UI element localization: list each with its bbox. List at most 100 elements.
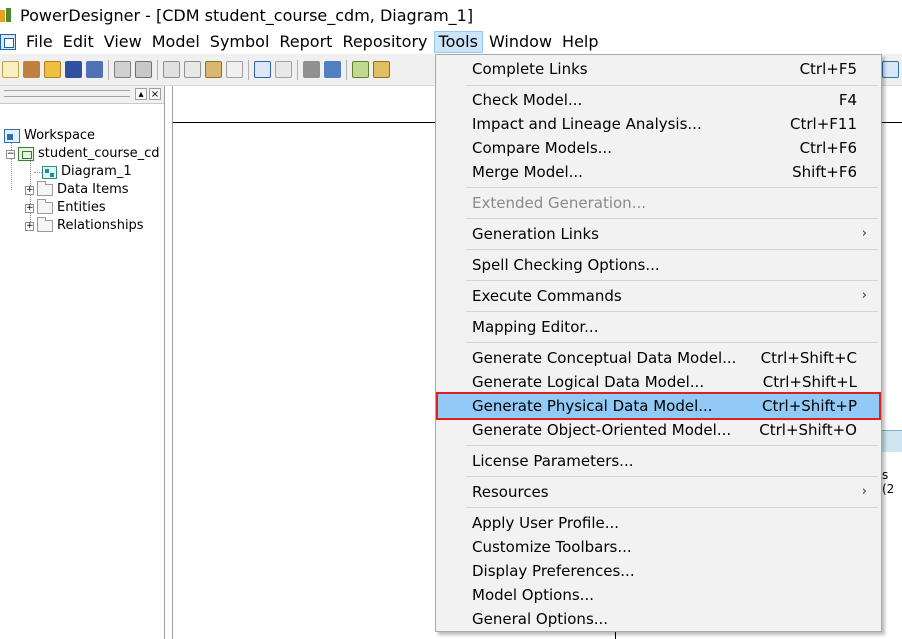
menu-item-label: Generate Object-Oriented Model... (472, 421, 732, 439)
new-icon[interactable] (2, 61, 19, 78)
delete-icon[interactable] (226, 61, 243, 78)
menu-item-model-options[interactable]: Model Options... (438, 583, 879, 607)
folder-icon (37, 199, 53, 214)
menu-separator (466, 218, 878, 219)
menu-separator (466, 476, 878, 477)
menu-edit[interactable]: Edit (59, 31, 98, 53)
new-project-icon[interactable] (23, 61, 40, 78)
menu-item-impact-lineage[interactable]: Impact and Lineage Analysis... Ctrl+F11 (438, 112, 879, 136)
diagram-icon (42, 165, 57, 179)
menu-item-shortcut: Ctrl+Shift+C (760, 349, 857, 367)
menu-item-shortcut: Shift+F6 (792, 163, 857, 181)
menu-item-label: Mapping Editor... (472, 318, 599, 336)
menu-item-label: Impact and Lineage Analysis... (472, 115, 702, 133)
menu-file[interactable]: File (22, 31, 57, 53)
menu-item-execute-commands[interactable]: Execute Commands › (438, 284, 879, 308)
menu-model[interactable]: Model (148, 31, 204, 53)
panel-grip[interactable] (4, 90, 130, 97)
entity-symbol-partial[interactable]: s (2 (880, 430, 902, 510)
menu-item-merge-model[interactable]: Merge Model... Shift+F6 (438, 160, 879, 184)
menu-item-shortcut: Ctrl+Shift+P (762, 397, 857, 415)
submenu-arrow-icon: › (861, 288, 867, 303)
tree-node-label: student_course_cd (38, 146, 160, 161)
menu-item-generation-links[interactable]: Generation Links › (438, 222, 879, 246)
menu-item-general-options[interactable]: General Options... (438, 607, 879, 631)
tree-node-workspace[interactable]: Workspace (4, 127, 95, 145)
submenu-arrow-icon: › (861, 484, 867, 499)
title-bar: PowerDesigner - [CDM student_course_cdm,… (0, 0, 902, 30)
menu-item-label: License Parameters... (472, 452, 634, 470)
expand-icon[interactable]: + (25, 203, 34, 213)
menu-item-generate-ldm[interactable]: Generate Logical Data Model... Ctrl+Shif… (438, 370, 879, 394)
menu-window[interactable]: Window (485, 31, 556, 53)
menu-separator (466, 280, 878, 281)
menu-item-license-parameters[interactable]: License Parameters... (438, 449, 879, 473)
menu-report[interactable]: Report (275, 31, 336, 53)
menu-item-mapping-editor[interactable]: Mapping Editor... (438, 315, 879, 339)
open-icon[interactable] (44, 61, 61, 78)
menu-symbol[interactable]: Symbol (206, 31, 274, 53)
properties-icon[interactable] (303, 61, 320, 78)
menu-item-label: Customize Toolbars... (472, 538, 632, 556)
menu-item-generate-oom[interactable]: Generate Object-Oriented Model... Ctrl+S… (438, 418, 879, 442)
menu-item-label: Execute Commands (472, 287, 622, 305)
menu-item-label: Merge Model... (472, 163, 583, 181)
menu-item-shortcut: Ctrl+Shift+L (762, 373, 857, 391)
browser-panel-header: ▴ × (0, 86, 164, 104)
submenu-arrow-icon: › (861, 226, 867, 241)
tree-node-model[interactable]: − student_course_cd (6, 145, 160, 163)
print-preview-icon[interactable] (114, 61, 131, 78)
menu-help[interactable]: Help (558, 31, 602, 53)
menu-item-label: Complete Links (472, 60, 588, 78)
entity-header (880, 430, 902, 452)
copy-icon[interactable] (184, 61, 201, 78)
tree-node-entities[interactable]: + Entities (25, 199, 106, 217)
tree-node-label: Diagram_1 (61, 164, 132, 179)
redo-icon[interactable] (275, 61, 292, 78)
menu-item-generate-cdm[interactable]: Generate Conceptual Data Model... Ctrl+S… (438, 346, 879, 370)
menu-item-complete-links[interactable]: Complete Links Ctrl+F5 (438, 57, 879, 81)
menu-item-customize-toolbars[interactable]: Customize Toolbars... (438, 535, 879, 559)
tree-node-label: Entities (57, 200, 106, 215)
entity-attribute-text: s (2 (882, 468, 895, 496)
menu-item-resources[interactable]: Resources › (438, 480, 879, 504)
menu-item-label: Generate Logical Data Model... (472, 373, 705, 391)
refresh-icon[interactable] (324, 61, 341, 78)
save-all-icon[interactable] (86, 61, 103, 78)
cut-icon[interactable] (163, 61, 180, 78)
save-icon[interactable] (65, 61, 82, 78)
panel-close-icon[interactable]: × (149, 88, 161, 100)
menu-item-compare-models[interactable]: Compare Models... Ctrl+F6 (438, 136, 879, 160)
package-icon[interactable] (373, 61, 390, 78)
menu-tools[interactable]: Tools (433, 31, 483, 53)
collapse-icon[interactable]: − (6, 149, 15, 159)
menu-item-generate-pdm[interactable]: Generate Physical Data Model... Ctrl+Shi… (436, 392, 881, 420)
zoom-icon[interactable] (882, 61, 899, 78)
expand-icon[interactable]: + (25, 185, 34, 195)
menu-item-label: Display Preferences... (472, 562, 635, 580)
menu-view[interactable]: View (100, 31, 146, 53)
tree-node-diagram[interactable]: Diagram_1 (42, 163, 132, 181)
menu-item-spell-checking[interactable]: Spell Checking Options... (438, 253, 879, 277)
cdm-model-icon (18, 147, 34, 161)
model-window-icon[interactable] (0, 34, 16, 50)
panel-collapse-icon[interactable]: ▴ (135, 88, 147, 100)
menu-item-check-model[interactable]: Check Model... F4 (438, 88, 879, 112)
tree-node-data-items[interactable]: + Data Items (25, 181, 129, 199)
menu-item-display-preferences[interactable]: Display Preferences... (438, 559, 879, 583)
expand-icon[interactable]: + (25, 221, 34, 231)
menu-item-label: Generate Physical Data Model... (472, 397, 713, 415)
tree-node-relationships[interactable]: + Relationships (25, 217, 144, 235)
menu-item-label: Generation Links (472, 225, 599, 243)
menu-item-shortcut: Ctrl+F6 (799, 139, 857, 157)
menu-item-apply-user-profile[interactable]: Apply User Profile... (438, 511, 879, 535)
browser-icon[interactable] (352, 61, 369, 78)
menu-separator (466, 311, 878, 312)
paste-icon[interactable] (205, 61, 222, 78)
menu-repository[interactable]: Repository (338, 31, 431, 53)
menu-item-label: Model Options... (472, 586, 594, 604)
print-icon[interactable] (135, 61, 152, 78)
menu-item-label: Spell Checking Options... (472, 256, 660, 274)
undo-icon[interactable] (254, 61, 271, 78)
object-browser: ▴ × Workspace − student_course_cd Diagra… (0, 86, 165, 639)
